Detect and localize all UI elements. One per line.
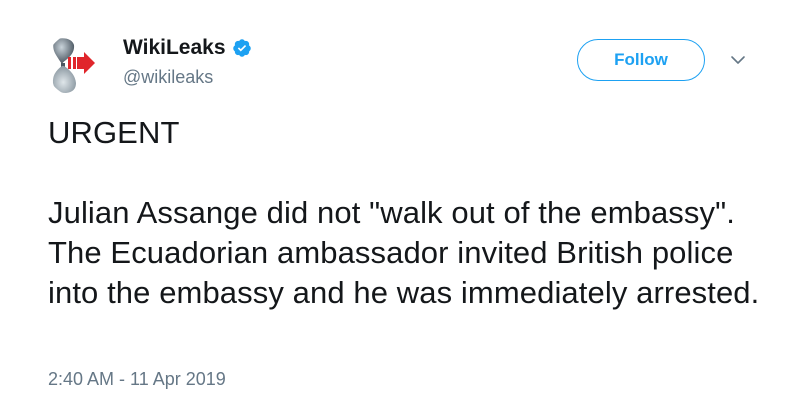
- tweet-text: URGENT Julian Assange did not "walk out …: [48, 113, 768, 313]
- author-name-row: WikiLeaks: [123, 36, 252, 60]
- tweet-headline: URGENT: [48, 115, 180, 150]
- tweet-timestamp[interactable]: 2:40 AM - 11 Apr 2019: [48, 368, 226, 390]
- author-display-name[interactable]: WikiLeaks: [123, 36, 226, 60]
- follow-button[interactable]: Follow: [577, 39, 705, 81]
- verified-badge-icon: [232, 38, 252, 58]
- tweet-paragraph: Julian Assange did not "walk out of the …: [48, 195, 760, 310]
- chevron-down-icon[interactable]: [729, 51, 747, 69]
- tweet-card: WikiLeaks @wikileaks Follow URGENT Julia…: [0, 0, 800, 400]
- author-handle[interactable]: @wikileaks: [123, 66, 213, 88]
- hourglass-logo-icon: [52, 38, 95, 93]
- avatar[interactable]: [46, 33, 110, 97]
